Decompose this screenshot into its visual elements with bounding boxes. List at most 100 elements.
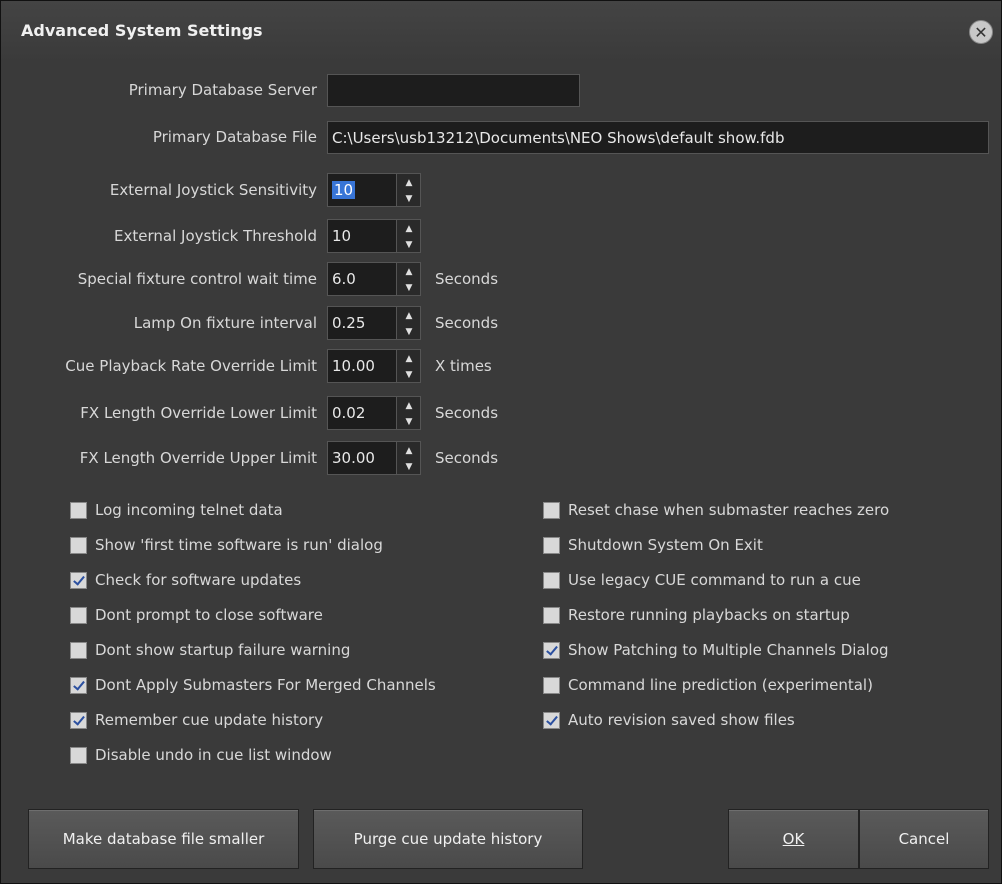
arrow-up-icon[interactable]: ▲ [397,398,421,414]
checkbox-label: Log incoming telnet data [95,501,283,519]
primary-db-file-input[interactable]: C:\Users\usb13212\Documents\NEO Shows\de… [327,121,989,154]
make-database-smaller-button[interactable]: Make database file smaller [28,809,299,869]
arrow-down-icon[interactable]: ▼ [397,324,421,340]
checkbox-label: Dont Apply Submasters For Merged Channel… [95,676,436,694]
arrow-down-icon[interactable]: ▼ [397,414,421,430]
spinner-control[interactable]: 30.00 ▲ ▼ [327,441,423,475]
arrow-up-icon[interactable]: ▲ [397,351,421,367]
spinner-value-input[interactable]: 10 [327,173,397,207]
checkbox-item[interactable]: Dont Apply Submasters For Merged Channel… [70,676,436,694]
spinner-label: External Joystick Threshold [114,227,317,245]
arrow-down-icon[interactable]: ▼ [397,237,421,253]
spinner-control[interactable]: 0.02 ▲ ▼ [327,396,423,430]
checkbox-label: Shutdown System On Exit [568,536,763,554]
checkbox-icon[interactable] [70,536,87,554]
cancel-button[interactable]: Cancel [859,809,989,869]
spinner-value: 30.00 [332,449,375,467]
spinner-value: 0.02 [332,404,366,422]
spinner-value-input[interactable]: 0.02 [327,396,397,430]
arrow-down-icon[interactable]: ▼ [397,280,421,296]
checkbox-label: Command line prediction (experimental) [568,676,873,694]
close-icon[interactable]: ✕ [969,20,993,44]
checkbox-item[interactable]: Reset chase when submaster reaches zero [543,501,889,519]
arrow-up-icon[interactable]: ▲ [397,443,421,459]
spinner-label: FX Length Override Upper Limit [79,449,317,467]
checkbox-icon[interactable] [70,606,87,624]
arrow-up-icon[interactable]: ▲ [397,175,421,191]
spinner-arrows[interactable]: ▲ ▼ [397,219,421,253]
spinner-control[interactable]: 10.00 ▲ ▼ [327,349,423,383]
arrow-up-icon[interactable]: ▲ [397,308,421,324]
purge-cue-history-button[interactable]: Purge cue update history [313,809,583,869]
checkbox-icon[interactable] [70,501,87,519]
spinner-label: FX Length Override Lower Limit [80,404,317,422]
checkbox-icon[interactable] [70,676,87,694]
ok-button[interactable]: OK [728,809,859,869]
checkbox-item[interactable]: Shutdown System On Exit [543,536,763,554]
arrow-up-icon[interactable]: ▲ [397,221,421,237]
arrow-up-icon[interactable]: ▲ [397,264,421,280]
spinner-value-input[interactable]: 0.25 [327,306,397,340]
spinner-control[interactable]: 6.0 ▲ ▼ [327,262,423,296]
spinner-control[interactable]: 10 ▲ ▼ [327,219,423,253]
arrow-down-icon[interactable]: ▼ [397,191,421,207]
spinner-unit: Seconds [435,404,499,422]
checkbox-label: Show Patching to Multiple Channels Dialo… [568,641,889,659]
spinner-value-input[interactable]: 30.00 [327,441,397,475]
checkbox-icon[interactable] [70,641,87,659]
checkbox-item[interactable]: Command line prediction (experimental) [543,676,873,694]
spinner-label: External Joystick Sensitivity [109,181,317,199]
spinner-arrows[interactable]: ▲ ▼ [397,262,421,296]
checkbox-icon[interactable] [70,746,87,764]
checkbox-label: Remember cue update history [95,711,324,729]
spinner-control[interactable]: 10 ▲ ▼ [327,173,423,207]
checkbox-icon[interactable] [70,711,87,729]
checkbox-item[interactable]: Log incoming telnet data [70,501,283,519]
spinner-value: 6.0 [332,270,356,288]
checkbox-item[interactable]: Use legacy CUE command to run a cue [543,571,861,589]
spinner-control[interactable]: 0.25 ▲ ▼ [327,306,423,340]
checkbox-icon[interactable] [70,571,87,589]
primary-db-server-input[interactable] [327,74,580,107]
spinner-unit: Seconds [435,314,499,332]
checkbox-item[interactable]: Check for software updates [70,571,301,589]
spinner-unit: Seconds [435,449,499,467]
spinner-arrows[interactable]: ▲ ▼ [397,306,421,340]
checkbox-item[interactable]: Restore running playbacks on startup [543,606,850,624]
spinner-arrows[interactable]: ▲ ▼ [397,173,421,207]
arrow-down-icon[interactable]: ▼ [397,367,421,383]
checkbox-item[interactable]: Show Patching to Multiple Channels Dialo… [543,641,889,659]
checkbox-icon[interactable] [543,676,560,694]
spinner-value-input[interactable]: 6.0 [327,262,397,296]
spinner-value: 10.00 [332,357,375,375]
checkbox-item[interactable]: Disable undo in cue list window [70,746,332,764]
checkbox-item[interactable]: Remember cue update history [70,711,323,729]
spinner-value-input[interactable]: 10 [327,219,397,253]
title-bar: Advanced System Settings ✕ [1,1,1001,63]
checkbox-item[interactable]: Dont prompt to close software [70,606,323,624]
cancel-label: Cancel [898,830,950,848]
window-title: Advanced System Settings [21,21,263,40]
checkbox-icon[interactable] [543,641,560,659]
checkbox-icon[interactable] [543,606,560,624]
checkbox-icon[interactable] [543,536,560,554]
spinner-value-input[interactable]: 10.00 [327,349,397,383]
checkbox-label: Restore running playbacks on startup [568,606,850,624]
checkbox-item[interactable]: Auto revision saved show files [543,711,795,729]
spinner-value: 10 [332,227,352,245]
checkbox-icon[interactable] [543,571,560,589]
spinner-label: Lamp On fixture interval [133,314,317,332]
spinner-unit: Seconds [435,270,499,288]
checkbox-icon[interactable] [543,501,560,519]
arrow-down-icon[interactable]: ▼ [397,459,421,475]
checkbox-item[interactable]: Show 'first time software is run' dialog [70,536,383,554]
spinner-arrows[interactable]: ▲ ▼ [397,396,421,430]
checkbox-label: Show 'first time software is run' dialog [95,536,383,554]
spinner-label: Cue Playback Rate Override Limit [65,357,317,375]
spinner-arrows[interactable]: ▲ ▼ [397,441,421,475]
spinner-label: Special fixture control wait time [77,270,317,288]
spinner-value: 0.25 [332,314,366,332]
checkbox-item[interactable]: Dont show startup failure warning [70,641,350,659]
checkbox-icon[interactable] [543,711,560,729]
spinner-arrows[interactable]: ▲ ▼ [397,349,421,383]
